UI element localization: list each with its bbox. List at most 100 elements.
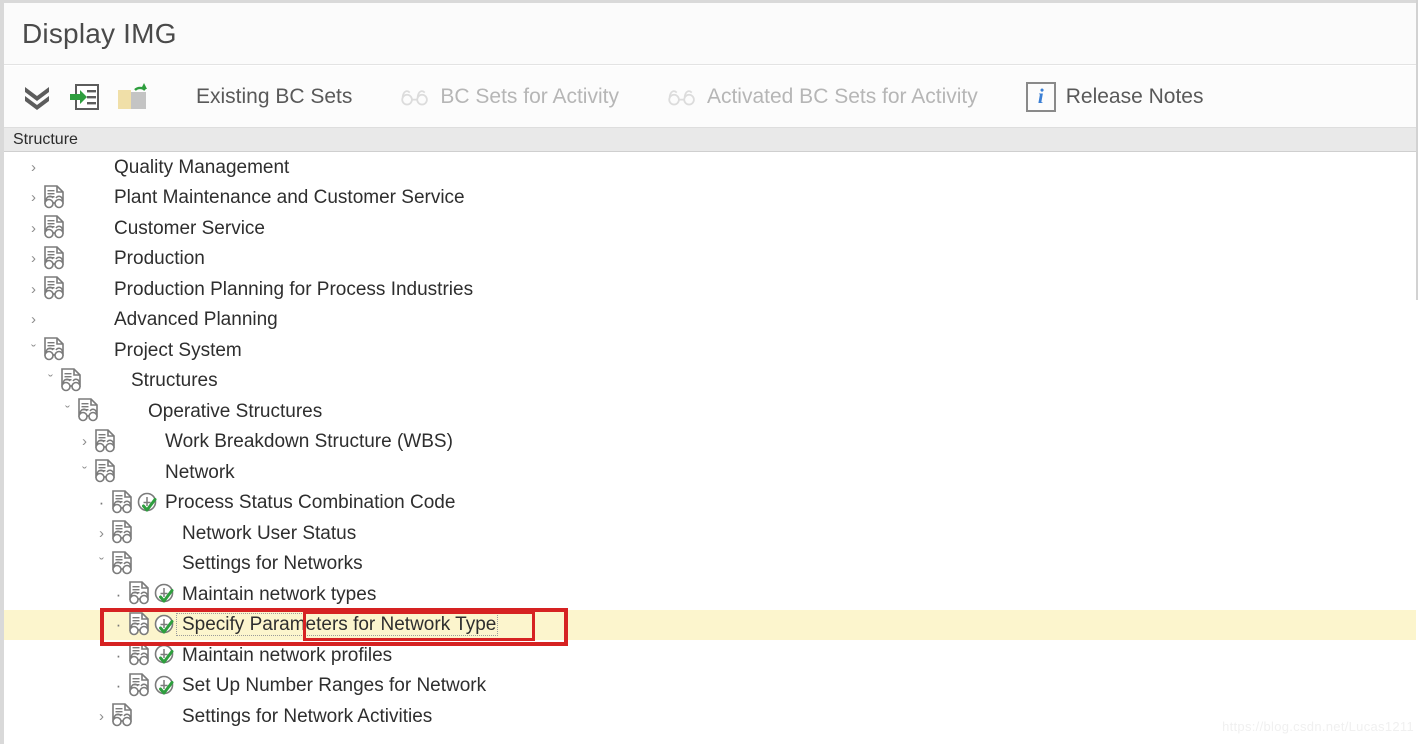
- page-title: Display IMG: [22, 17, 177, 49]
- img-activity-document-icon: [75, 398, 101, 424]
- img-activity-document-icon: [41, 276, 67, 302]
- img-activity-document-icon: [41, 184, 67, 211]
- tree-row-label: Maintain network types: [182, 583, 377, 605]
- toolbar: Existing BC Sets BC Sets for Activity Ac…: [4, 66, 1416, 128]
- img-activity-document-icon: [126, 611, 152, 638]
- img-activity-document-icon: [109, 703, 135, 729]
- chevron-right-icon[interactable]: ›: [26, 312, 41, 327]
- tree-row-label: Plant Maintenance and Customer Service: [114, 187, 465, 209]
- chevron-down-icon[interactable]: ˇ: [43, 373, 58, 388]
- info-icon: i: [1025, 81, 1056, 112]
- activity-executed-clock-icon[interactable]: [152, 643, 178, 667]
- tree-row[interactable]: › Work Breakdown Structure (WBS): [4, 427, 1416, 458]
- chevron-right-icon[interactable]: ›: [26, 190, 41, 205]
- glasses-icon: [667, 87, 697, 107]
- bc-sets-for-activity-label: BC Sets for Activity: [440, 84, 619, 108]
- tree-row-label: Operative Structures: [148, 400, 323, 422]
- tree-row-label: Maintain network profiles: [182, 644, 393, 666]
- structure-column-header[interactable]: Structure: [4, 128, 1416, 152]
- chevron-right-icon[interactable]: ›: [94, 526, 109, 541]
- leaf-dot-icon: ·: [115, 645, 122, 665]
- chevron-down-icon[interactable]: ˇ: [60, 404, 75, 419]
- tree-row[interactable]: › Production Planning for Process Industr…: [4, 274, 1416, 305]
- tree-row[interactable]: · Maintain network types: [4, 579, 1416, 610]
- tree-row[interactable]: · Maintain network profiles: [4, 640, 1416, 671]
- tree-row-label: Work Breakdown Structure (WBS): [165, 431, 453, 453]
- activity-executed-clock-icon[interactable]: [152, 674, 178, 698]
- img-activity-document-icon: [126, 581, 152, 607]
- tree-row[interactable]: ˇ Project System: [4, 335, 1416, 366]
- title-bar: Display IMG: [4, 3, 1416, 65]
- img-activity-document-icon: [58, 367, 84, 394]
- chevron-right-icon[interactable]: ›: [26, 160, 41, 175]
- tree-row[interactable]: · Process Status Combination Code: [4, 488, 1416, 519]
- tree-row[interactable]: › Advanced Planning: [4, 305, 1416, 336]
- right-panel-edge: [1416, 0, 1424, 300]
- existing-bc-sets-button[interactable]: Existing BC Sets: [194, 81, 354, 113]
- tree-row-label: Settings for Network Activities: [182, 705, 433, 727]
- tree-row-label: Network: [165, 461, 235, 483]
- tree-row-label: Specify Parameters for Network Type: [175, 613, 499, 637]
- tree-row[interactable]: ˇ Network: [4, 457, 1416, 488]
- tree-row-label: Process Status Combination Code: [165, 492, 456, 514]
- tree-row[interactable]: ˇ Structures: [4, 366, 1416, 397]
- tree-row[interactable]: › Customer Service: [4, 213, 1416, 244]
- img-activity-document-icon: [109, 520, 135, 546]
- jump-to-icon[interactable]: [68, 80, 102, 114]
- chevron-right-icon[interactable]: ›: [94, 709, 109, 724]
- tree-row[interactable]: › Plant Maintenance and Customer Service: [4, 183, 1416, 214]
- tree-row-label: Project System: [114, 339, 242, 361]
- existing-bc-sets-label: Existing BC Sets: [196, 84, 353, 108]
- activated-bc-sets-for-activity-button[interactable]: Activated BC Sets for Activity: [665, 81, 980, 113]
- tree-row-label: Customer Service: [114, 217, 265, 239]
- tree-row[interactable]: › Settings for Network Activities: [4, 701, 1416, 732]
- tree-row-label: Production: [114, 248, 205, 270]
- display-img-window: Display IMG Existing BC Sets BC Sets for…: [0, 0, 1424, 744]
- leaf-dot-icon: ·: [115, 676, 122, 696]
- chevron-down-icon[interactable]: ˇ: [94, 556, 109, 571]
- chevron-down-icon[interactable]: ˇ: [26, 343, 41, 358]
- chevron-right-icon[interactable]: ›: [26, 221, 41, 236]
- chevron-right-icon[interactable]: ›: [26, 251, 41, 266]
- activity-executed-clock-icon[interactable]: [152, 582, 178, 606]
- tree-row-label: Structures: [131, 370, 218, 392]
- expand-all-icon[interactable]: [20, 80, 54, 114]
- structure-header-label: Structure: [13, 130, 78, 148]
- img-activity-document-icon: [126, 642, 152, 668]
- tree-row[interactable]: › Network User Status: [4, 518, 1416, 549]
- tree-row[interactable]: ˇ Operative Structures: [4, 396, 1416, 427]
- img-activity-document-icon: [41, 215, 67, 241]
- activity-executed-clock-icon[interactable]: [152, 613, 178, 637]
- img-activity-document-icon: [92, 428, 118, 455]
- leaf-dot-icon: ·: [115, 615, 122, 635]
- watermark: https://blog.csdn.net/Lucas1211: [1222, 719, 1414, 734]
- activity-executed-clock-icon[interactable]: [135, 491, 161, 515]
- tree-row-label: Network User Status: [182, 522, 357, 544]
- img-activity-document-icon: [92, 459, 118, 485]
- chevron-right-icon[interactable]: ›: [26, 282, 41, 297]
- glasses-icon: [400, 87, 430, 107]
- chevron-down-icon[interactable]: ˇ: [77, 465, 92, 480]
- img-activity-document-icon: [126, 672, 152, 699]
- img-activity-document-icon: [109, 489, 135, 516]
- img-activity-document-icon: [41, 245, 67, 272]
- tree-row-label: Set Up Number Ranges for Network: [182, 675, 487, 697]
- leaf-dot-icon: ·: [115, 584, 122, 604]
- tree-row-label: Production Planning for Process Industri…: [114, 278, 474, 300]
- tree-row[interactable]: › Production: [4, 244, 1416, 275]
- tree-row[interactable]: ˇ Settings for Networks: [4, 549, 1416, 580]
- chevron-right-icon[interactable]: ›: [77, 434, 92, 449]
- img-activity-document-icon: [41, 337, 67, 363]
- img-structure-tree[interactable]: › Quality Management › Plant Maintenance an…: [4, 152, 1416, 742]
- leaf-dot-icon: ·: [98, 493, 105, 513]
- tree-row[interactable]: · Set Up Number Ranges for Network: [4, 671, 1416, 702]
- bc-sets-for-activity-button[interactable]: BC Sets for Activity: [398, 81, 621, 113]
- tree-row[interactable]: › Quality Management: [4, 152, 1416, 183]
- cabinet-refresh-icon[interactable]: [116, 80, 150, 114]
- tree-row-label: Advanced Planning: [114, 309, 278, 331]
- release-notes-button[interactable]: i Release Notes: [1024, 78, 1206, 116]
- activated-bc-sets-for-activity-label: Activated BC Sets for Activity: [706, 84, 978, 108]
- img-activity-document-icon: [109, 550, 135, 577]
- tree-row-selected[interactable]: · Specify Parameters for Network Type: [4, 609, 1416, 640]
- tree-row-label: Quality Management: [114, 156, 290, 178]
